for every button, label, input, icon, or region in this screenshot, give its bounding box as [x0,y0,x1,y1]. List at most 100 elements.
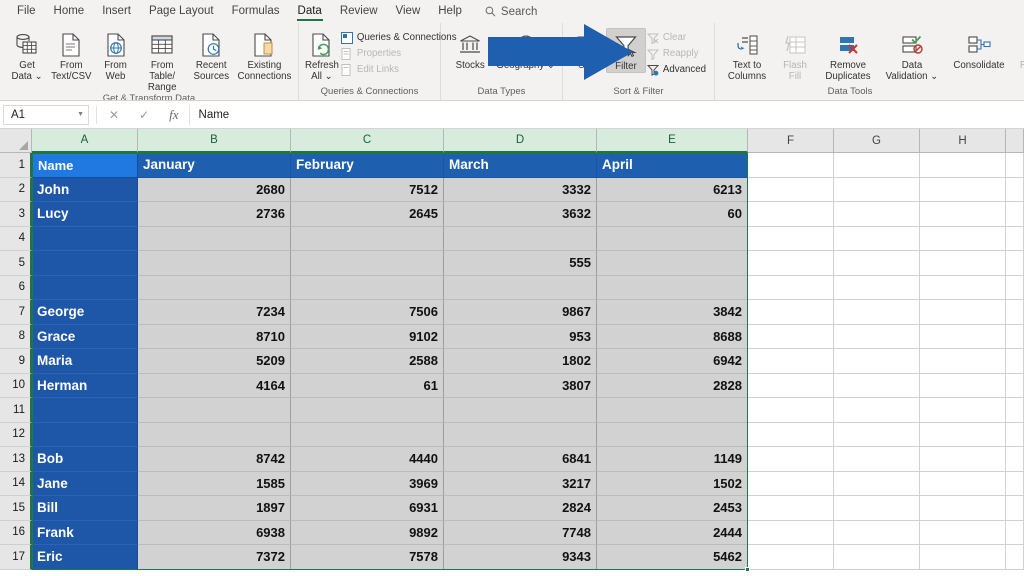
cell-C14[interactable]: 3969 [291,471,444,496]
cell-B11[interactable] [138,398,291,423]
cell-B2[interactable]: 2680 [138,177,291,202]
cell-F14[interactable] [748,471,834,496]
cell-H4[interactable] [920,226,1006,251]
cell-F1[interactable] [748,153,834,178]
cell-H6[interactable] [920,275,1006,300]
tab-page-layout[interactable]: Page Layout [140,2,223,21]
cell-G5[interactable] [834,251,920,276]
cell-G4[interactable] [834,226,920,251]
tab-data[interactable]: Data [289,2,331,21]
cell-A13[interactable]: Bob [32,447,138,472]
search-box[interactable]: Search [485,6,537,18]
cell-A2[interactable]: John [32,177,138,202]
cell-H15[interactable] [920,496,1006,521]
name-box[interactable]: A1 ▼ [3,104,89,125]
row-header-14[interactable]: 14 [0,471,32,496]
cell-D9[interactable]: 1802 [444,349,597,374]
cell-C8[interactable]: 9102 [291,324,444,349]
cell-E6[interactable] [597,275,748,300]
cell-D14[interactable]: 3217 [444,471,597,496]
cell-C9[interactable]: 2588 [291,349,444,374]
from-table-range-button[interactable]: From Table/ Range [138,28,187,93]
cell-B17[interactable]: 7372 [138,545,291,570]
cell-H9[interactable] [920,349,1006,374]
cell-A17[interactable]: Eric [32,545,138,570]
cell-F6[interactable] [748,275,834,300]
remove-duplicates-button[interactable]: Remove Duplicates [816,28,880,82]
cell-H13[interactable] [920,447,1006,472]
cell-C6[interactable] [291,275,444,300]
cell-D8[interactable]: 953 [444,324,597,349]
cell-A7[interactable]: George [32,300,138,325]
cell-B7[interactable]: 7234 [138,300,291,325]
data-validation-button[interactable]: Data Validation ⌄ [880,28,944,82]
tab-review[interactable]: Review [331,2,387,21]
cell-D16[interactable]: 7748 [444,520,597,545]
cell-F3[interactable] [748,202,834,227]
cell-E16[interactable]: 2444 [597,520,748,545]
cell-H16[interactable] [920,520,1006,545]
cell-D13[interactable]: 6841 [444,447,597,472]
cell-G3[interactable] [834,202,920,227]
cell-A10[interactable]: Herman [32,373,138,398]
row-header-17[interactable]: 17 [0,545,32,570]
cell-F11[interactable] [748,398,834,423]
cell-A14[interactable]: Jane [32,471,138,496]
row-header-1[interactable]: 1 [0,153,32,178]
cell-A12[interactable] [32,422,138,447]
cell-C3[interactable]: 2645 [291,202,444,227]
cell-D11[interactable] [444,398,597,423]
row-header-15[interactable]: 15 [0,496,32,521]
chevron-down-icon[interactable]: ▼ [77,111,84,118]
cell-E14[interactable]: 1502 [597,471,748,496]
confirm-check-icon[interactable]: ✓ [139,108,149,122]
consolidate-button[interactable]: Consolidate [944,28,1014,71]
cell-C10[interactable]: 61 [291,373,444,398]
advanced-filter-button[interactable]: Advanced [646,62,709,77]
tab-insert[interactable]: Insert [93,2,140,21]
filter-button[interactable]: Filter [605,28,646,73]
formula-input[interactable]: Name [188,104,1020,125]
row-header-13[interactable]: 13 [0,447,32,472]
geography-button[interactable]: Geography ⌄ [494,28,557,71]
row-header-5[interactable]: 5 [0,251,32,276]
cell-E13[interactable]: 1149 [597,447,748,472]
row-header-8[interactable]: 8 [0,324,32,349]
cell-D3[interactable]: 3632 [444,202,597,227]
cell-E11[interactable] [597,398,748,423]
cell-B15[interactable]: 1897 [138,496,291,521]
cell-E1[interactable]: April [597,153,748,178]
cell-H10[interactable] [920,373,1006,398]
cell-A6[interactable] [32,275,138,300]
cell-C13[interactable]: 4440 [291,447,444,472]
text-to-columns-button[interactable]: Text to Columns [720,28,774,82]
cell-G2[interactable] [834,177,920,202]
column-header-F[interactable]: F [748,129,834,153]
cell-G15[interactable] [834,496,920,521]
cell-A15[interactable]: Bill [32,496,138,521]
cancel-icon[interactable]: ✕ [109,108,119,122]
cell-A9[interactable]: Maria [32,349,138,374]
cell-A4[interactable] [32,226,138,251]
cell-F12[interactable] [748,422,834,447]
cell-C17[interactable]: 7578 [291,545,444,570]
cell-C2[interactable]: 7512 [291,177,444,202]
tab-file[interactable]: File [8,2,45,21]
cell-B13[interactable]: 8742 [138,447,291,472]
cell-E7[interactable]: 3842 [597,300,748,325]
from-text-csv-button[interactable]: From Text/CSV [49,28,93,82]
from-web-button[interactable]: From Web [93,28,137,82]
cell-D7[interactable]: 9867 [444,300,597,325]
cell-E3[interactable]: 60 [597,202,748,227]
row-header-7[interactable]: 7 [0,300,32,325]
cell-B6[interactable] [138,275,291,300]
cell-F7[interactable] [748,300,834,325]
cell-G10[interactable] [834,373,920,398]
tab-view[interactable]: View [387,2,430,21]
stocks-button[interactable]: Stocks [446,28,494,71]
cell-E12[interactable] [597,422,748,447]
column-header-D[interactable]: D [444,129,597,153]
cell-B14[interactable]: 1585 [138,471,291,496]
cell-C7[interactable]: 7506 [291,300,444,325]
cell-A16[interactable]: Frank [32,520,138,545]
